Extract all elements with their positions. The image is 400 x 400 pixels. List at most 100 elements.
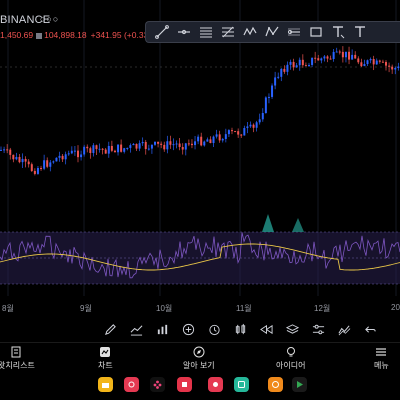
settings-sliders-icon[interactable]	[308, 320, 328, 338]
candle	[394, 68, 397, 70]
trend-line-icon[interactable]	[152, 23, 172, 41]
pencil-icon[interactable]	[100, 320, 120, 338]
app-3-icon[interactable]	[150, 377, 165, 392]
nav-ideas-label: 아이디어	[276, 361, 306, 370]
candle	[397, 66, 400, 69]
nav-menu[interactable]: 메뉴	[374, 346, 389, 371]
app-4-icon[interactable]	[177, 377, 192, 392]
candle	[61, 155, 64, 160]
candle	[169, 141, 172, 145]
candle	[295, 65, 298, 68]
candle	[289, 61, 292, 65]
candle	[95, 145, 98, 150]
candle	[104, 149, 107, 154]
candle	[126, 147, 129, 149]
plus-icon[interactable]	[178, 320, 198, 338]
x-tick-label: 10월	[156, 304, 173, 313]
back-icon[interactable]	[360, 320, 380, 338]
candle	[329, 58, 332, 60]
candle	[240, 134, 243, 136]
app-1-icon[interactable]	[98, 377, 113, 392]
indicator-overbought-fill	[292, 218, 304, 232]
candle	[378, 60, 381, 62]
candle	[40, 168, 43, 170]
nav-explore-label: 알아 보기	[183, 361, 215, 370]
nav-ideas[interactable]: 아이디어	[276, 346, 305, 371]
nav-explore[interactable]: 알아 보기	[183, 346, 215, 371]
candle	[388, 65, 391, 67]
more-dots-icon[interactable]: ○○○	[40, 14, 59, 24]
candle	[181, 146, 184, 150]
ray-icon[interactable]	[284, 23, 304, 41]
candle	[255, 122, 258, 128]
candle	[150, 144, 153, 149]
app-7-icon[interactable]	[268, 377, 283, 392]
parallel-channel-icon[interactable]	[196, 23, 216, 41]
nav-watchlist[interactable]: 왓치리스트	[0, 346, 35, 371]
candle	[215, 134, 218, 137]
candle	[80, 154, 83, 158]
candle	[252, 124, 255, 128]
nav-watchlist-label: 왓치리스트	[0, 361, 35, 370]
candle	[206, 139, 209, 142]
candle	[308, 64, 310, 66]
candle	[144, 141, 147, 150]
app-2-icon[interactable]	[124, 377, 139, 392]
candle	[375, 60, 378, 65]
candle	[86, 146, 89, 149]
fib-retracement-icon[interactable]	[218, 23, 238, 41]
horizontal-line-icon[interactable]	[174, 23, 194, 41]
candle	[166, 141, 169, 150]
candle	[286, 64, 289, 72]
candle	[113, 150, 116, 153]
app-5-icon[interactable]	[208, 377, 223, 392]
app-6-icon[interactable]	[234, 377, 249, 392]
candle	[138, 143, 141, 149]
pattern-icon[interactable]	[240, 23, 260, 41]
indicator-icon[interactable]	[152, 320, 172, 338]
candle	[107, 145, 110, 154]
quote-line: 1,450.69 104,898.18 +341.95 (+0.33%)	[0, 30, 159, 40]
candle	[366, 60, 369, 65]
chart-type-icon[interactable]	[126, 320, 146, 338]
candle	[157, 141, 160, 144]
candle	[209, 139, 212, 144]
candle	[70, 150, 73, 154]
candle	[264, 97, 267, 113]
candle	[64, 154, 67, 160]
candle	[311, 57, 314, 65]
layers-icon[interactable]	[282, 320, 302, 338]
candle	[280, 68, 283, 77]
candle	[338, 51, 341, 53]
candle	[360, 62, 363, 67]
nav-chart[interactable]: 차트	[98, 346, 113, 371]
text-alt-icon[interactable]	[350, 23, 370, 41]
abcd-pattern-icon[interactable]	[262, 23, 282, 41]
rewind-icon[interactable]	[256, 320, 276, 338]
rectangle-icon[interactable]	[306, 23, 326, 41]
candle	[332, 51, 335, 60]
candle	[27, 161, 30, 165]
candle	[261, 112, 264, 120]
candle	[200, 136, 203, 146]
candle	[135, 143, 138, 149]
candle	[381, 61, 384, 63]
candle	[147, 148, 150, 150]
candle	[314, 57, 317, 59]
candle	[67, 153, 70, 155]
quote-value-2: 104,898.18	[44, 30, 87, 40]
candle	[33, 170, 36, 174]
alarm-icon[interactable]	[204, 320, 224, 338]
app-8-icon[interactable]	[292, 377, 307, 392]
price-chart[interactable]	[0, 0, 400, 318]
compare-icon[interactable]	[334, 320, 354, 338]
candle	[187, 143, 190, 145]
candle-icon[interactable]	[230, 320, 250, 338]
app-dock	[0, 372, 400, 400]
candle	[55, 157, 58, 162]
candle	[141, 141, 144, 144]
chart-area[interactable]: BINANCE ○○○ 1,450.69 104,898.18 +341.95 (+…	[0, 0, 400, 318]
text-icon[interactable]	[328, 23, 348, 41]
candle	[274, 77, 277, 86]
quote-tag-icon	[36, 32, 43, 39]
